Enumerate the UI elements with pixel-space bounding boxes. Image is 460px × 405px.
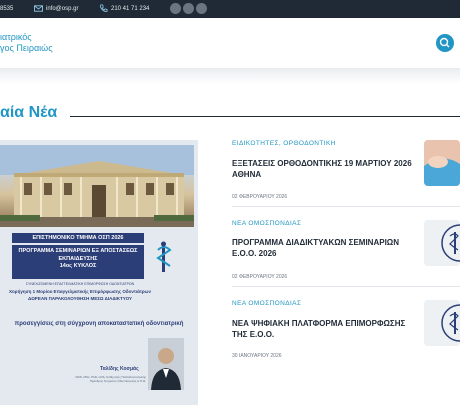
phone-icon: [99, 4, 108, 12]
logo-line-1: ιατρικός: [0, 32, 32, 42]
news-thumbnail[interactable]: [424, 140, 460, 186]
news-category[interactable]: ΝΕΑ ΟΜΟΣΠΟΝΔΙΑΣ: [232, 220, 301, 227]
section-title-line: [70, 116, 460, 117]
mail-icon: [34, 5, 43, 12]
poster-small-text-1: ΣΥΝΕΧΙΖΟΜΕΝΗ ΕΠΑΓΓΕΛΜΑΤΙΚΗ ΕΠΙΜΟΡΦΩΣΗ ΟΔ…: [25, 282, 135, 286]
news-thumbnail[interactable]: [424, 220, 460, 266]
phone-link[interactable]: 210 41 71 234: [111, 6, 149, 12]
news-title[interactable]: ΝΕΑ ΨΗΦΙΑΚΗ ΠΛΑΤΦΟΡΜΑ ΕΠΙΜΟΡΦΩΣΗΣ ΤΗΣ Ε.…: [232, 318, 412, 340]
poster-small-text-2: Χορήγηση 1 Μορίου Επαγγελματικής Επιμόρφ…: [9, 289, 151, 294]
dental-logo-icon: [156, 241, 172, 272]
search-icon: [439, 37, 450, 48]
news-separator: [232, 206, 460, 207]
news-date: 02 ΦΕΒΡΟΥΑΡΙΟΥ 2026: [232, 194, 288, 200]
site-header: ιατρικός γος Πειραιώς: [0, 18, 460, 68]
building-illustration: [0, 145, 194, 227]
news-category[interactable]: ΝΕΑ ΟΜΟΣΠΟΝΔΙΑΣ: [232, 300, 301, 307]
speaker-name: Ταλίδης Κοσμάς: [100, 366, 139, 372]
facebook-icon[interactable]: [170, 3, 181, 14]
speaker-photo: [148, 338, 184, 390]
speaker-portrait: [148, 338, 184, 390]
top-bar: 8535 info@osp.gr 210 41 71 234: [0, 0, 460, 18]
email-link[interactable]: info@osp.gr: [46, 6, 78, 12]
building-photo: [0, 145, 194, 227]
poster-program-line-1: ΠΡΟΓΡΑΜΜΑ ΣΕΜΙΝΑΡΙΩΝ ΕΞ ΑΠΟΣΤΑΣΕΩΣ: [18, 248, 138, 254]
header-divider: [0, 68, 460, 84]
search-button[interactable]: [436, 34, 454, 52]
news-title[interactable]: ΠΡΟΓΡΑΜΜΑ ΔΙΑΔΙΚΤΥΑΚΩΝ ΣΕΜΙΝΑΡΙΩΝ Ε.Ο.Ο.…: [232, 237, 412, 259]
poster-program-line-3: 14ος ΚΥΚΛΟΣ: [59, 263, 97, 269]
poster-small-text-3: ΔΩΡΕΑΝ ΠΑΡΑΚΟΛΟΥΘΗΣΗ ΜΕΣΩ ΔΙΑΔΙΚΤΥΟΥ: [27, 296, 133, 301]
youtube-icon[interactable]: [183, 3, 194, 14]
news-date: 30 ΙΑΝΟΥΑΡΙΟΥ 2026: [232, 353, 282, 359]
news-thumbnail[interactable]: [424, 300, 460, 346]
poster-quote: προσεγγίσεις στη σύγχρονη αποκαταστατική…: [14, 321, 184, 327]
federation-logo-icon: [424, 300, 460, 346]
phone-number-partial[interactable]: 8535: [0, 6, 13, 12]
section-title: αία Νέα: [0, 104, 58, 121]
news-separator: [232, 286, 460, 287]
news-date: 02 ΦΕΒΡΟΥΑΡΙΟΥ 2026: [232, 274, 288, 280]
speaker-description-line-2: Πρόεδρος Τμήματος Οδοντιατρικής Α.Π.Θ.: [89, 379, 146, 383]
poster-banner-program: ΠΡΟΓΡΑΜΜΑ ΣΕΜΙΝΑΡΙΩΝ ΕΞ ΑΠΟΣΤΑΣΕΩΣ ΕΚΠΑΙ…: [12, 245, 144, 279]
federation-logo-icon: [424, 220, 460, 266]
speaker-description: DDS, MSc, PhD, LDS, Καθηγητής Παιδοδοντι…: [46, 375, 146, 383]
orthodontic-image: [424, 140, 460, 186]
poster-banner-department: ΕΠΙΣΤΗΜΟΝΙΚΟ ΤΜΗΜΑ ΟΣΠ 2026: [12, 233, 144, 243]
news-title[interactable]: ΕΞΕΤΑΣΕΙΣ ΟΡΘΟΔΟΝΤΙΚΗΣ 19 ΜΑΡΤΙΟΥ 2026 Α…: [232, 158, 412, 180]
news-category[interactable]: ΕΙΔΙΚΟΤΗΤΕΣ, ΟΡΘΟΔΟΝΤΙΚΗ: [232, 140, 336, 147]
site-logo[interactable]: ιατρικός γος Πειραιώς: [0, 32, 53, 54]
logo-line-2: γος Πειραιώς: [0, 43, 53, 53]
poster-program-line-2: ΕΚΠΑΙΔΕΥΣΗΣ: [58, 255, 98, 262]
instagram-icon[interactable]: [196, 3, 207, 14]
